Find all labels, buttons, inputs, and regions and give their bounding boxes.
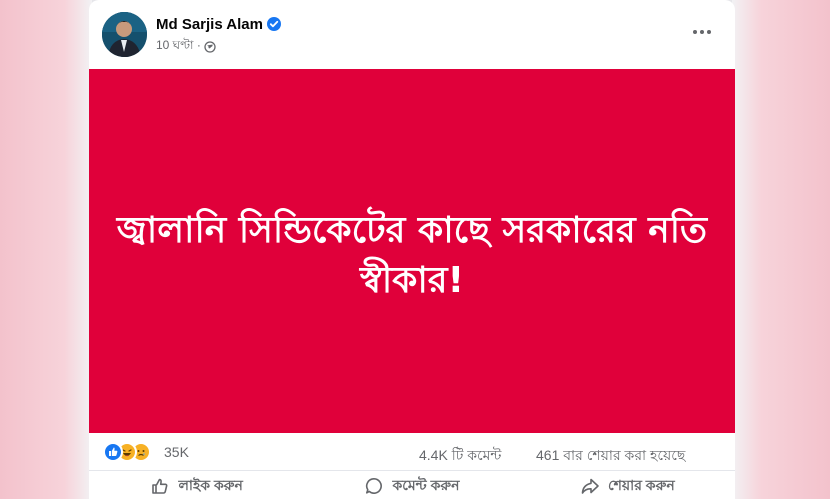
post-header: Md Sarjis Alam 10 ঘণ্টা · <box>89 0 735 69</box>
verified-icon <box>266 17 281 31</box>
timestamp[interactable]: 10 ঘণ্টা · <box>156 37 201 57</box>
avatar[interactable] <box>102 12 147 57</box>
share-icon <box>580 476 600 496</box>
post-image-text: জ্বালানি সিন্ডিকেটের কাছে সরকারের নতি স্… <box>116 210 708 301</box>
like-reaction-icon <box>103 442 123 462</box>
like-label: লাইক করুন <box>178 476 243 493</box>
more-icon[interactable] <box>686 18 718 46</box>
post-meta: 10 ঘণ্টা · <box>156 37 216 57</box>
author-name[interactable]: Md Sarjis Alam <box>156 16 263 33</box>
comment-count[interactable]: 4.4K টি কমেন্ট <box>419 444 501 468</box>
share-label: শেয়ার করুন <box>607 476 675 493</box>
like-button[interactable]: লাইক করুন <box>89 471 304 499</box>
background-right <box>732 0 830 499</box>
thumbs-up-icon <box>150 476 170 496</box>
post-actions: লাইক করুন কমেন্ট করুন শেয়ার করুন <box>89 470 735 499</box>
reactions-bar: 35K 4.4K টি কমেন্ট 461 বার শেয়ার করা হয… <box>89 437 735 467</box>
author-row: Md Sarjis Alam <box>156 14 281 34</box>
comment-button[interactable]: কমেন্ট করুন <box>304 471 519 499</box>
comment-label: কমেন্ট করুন <box>392 476 460 493</box>
post-image[interactable]: জ্বালানি সিন্ডিকেটের কাছে সরকারের নতি স্… <box>89 69 735 433</box>
share-button[interactable]: শেয়ার করুন <box>520 471 735 499</box>
background-left <box>0 0 92 499</box>
reaction-count[interactable]: 35K <box>164 444 189 460</box>
comment-icon <box>364 476 384 496</box>
share-count[interactable]: 461 বার শেয়ার করা হয়েছে <box>536 444 685 468</box>
post-card: Md Sarjis Alam 10 ঘণ্টা · জ্বালানি সিন্ড… <box>89 0 735 499</box>
globe-icon <box>204 41 216 53</box>
